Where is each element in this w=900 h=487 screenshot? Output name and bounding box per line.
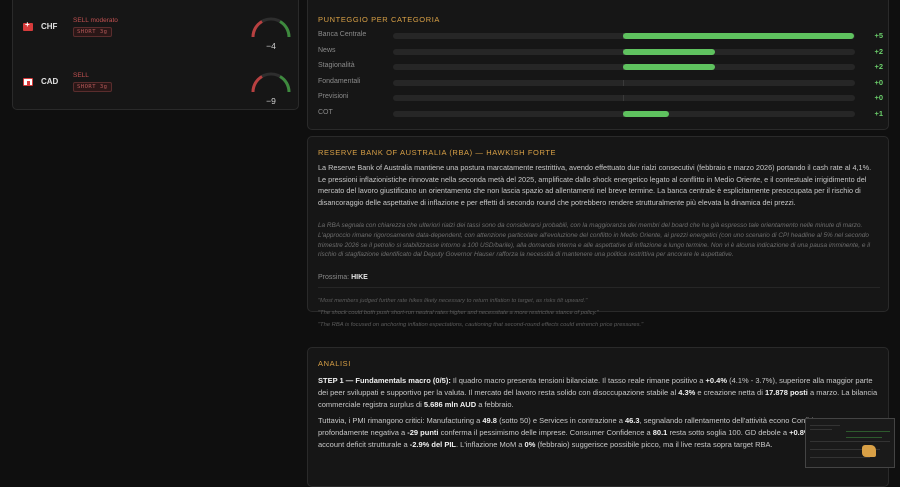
swiss-flag-icon: [23, 20, 33, 31]
score-bar-track: [393, 111, 855, 117]
score-label: News: [318, 46, 336, 54]
score-row: Fondamentali +0: [318, 78, 883, 90]
analysis-text: e creazione netta di: [695, 387, 765, 397]
highlighted-figure: 46.3: [624, 416, 640, 425]
score-label: Stagionalità: [318, 62, 355, 70]
category-score-card: PUNTEGGIO PER CATEGORIA Banca Centrale +5…: [307, 0, 889, 130]
score-bar-track: [393, 79, 855, 86]
analysis-paragraph: Tuttavia, i PMI rimangono critici: Manuf…: [318, 415, 878, 450]
score-value: +2: [874, 46, 883, 56]
currency-code: CHF: [41, 22, 58, 31]
currency-row-chf[interactable]: CHF SELL moderato SHORT 3g −4: [23, 17, 293, 57]
highlighted-figure: -2.9% del PIL: [409, 439, 456, 449]
highlighted-figure: 5.686 mln AUD: [423, 399, 477, 409]
analysis-text: Tuttavia, i PMI rimangono critici: Manuf…: [318, 416, 483, 425]
score-bar-fill: [623, 33, 854, 39]
australia-map-icon: [862, 445, 876, 457]
score-value: +5: [874, 31, 883, 40]
analysis-text: conferma il pessimismo delle imprese. Co…: [438, 427, 653, 437]
analysis-text: debole a: [756, 427, 790, 437]
score-row: Banca Centrale +5: [318, 31, 883, 43]
analysis-text: , segnalando rallentamento dell'attività…: [639, 416, 790, 425]
signal-label: SELL moderato: [73, 17, 118, 24]
section-title: PUNTEGGIO PER CATEGORIA: [318, 15, 441, 24]
score-value: +0: [874, 93, 883, 103]
score-row: News +2: [318, 47, 883, 59]
currency-row-cad[interactable]: CAD SELL SHORT 3g −9: [23, 72, 293, 112]
analysis-text: Il quadro macro presenta tensioni bilanc…: [450, 376, 706, 385]
score-bar-track: [393, 95, 855, 102]
analysis-text: resta sotto soglia 100. GD: [667, 427, 757, 437]
canadian-flag-icon: [23, 78, 33, 86]
signal-label: SELL: [73, 72, 89, 79]
highlighted-figure: 0%: [524, 439, 536, 449]
highlighted-figure: +0.4%: [705, 376, 728, 385]
highlighted-figure: -29 punti: [407, 427, 439, 437]
score-row: COT +1: [318, 109, 883, 121]
analysis-card: ANALISI STEP 1 — Fundamentals macro (0/5…: [307, 347, 889, 487]
next-decision: Prossima: HIKE: [318, 274, 368, 281]
section-title: ANALISI: [318, 359, 351, 368]
score-bar-track: [393, 33, 855, 39]
analysis-text: a febbraio.: [476, 399, 514, 409]
rba-outlook: La RBA segnala con chiarezza che ulterio…: [318, 222, 871, 259]
currency-code: CAD: [41, 77, 59, 86]
position-badge: SHORT 3g: [73, 82, 112, 92]
score-row: Previsioni +0: [318, 93, 883, 105]
score-value: +1: [874, 109, 883, 118]
analysis-text: (febbraio) suggerisce possibile picco, m…: [535, 439, 693, 449]
score-bar-track: [393, 48, 855, 55]
divider: [318, 287, 880, 288]
highlighted-figure: 17.878 posti: [764, 387, 808, 397]
score-bar-track: [393, 64, 855, 71]
next-label: Prossima:: [318, 274, 350, 281]
section-title: RESERVE BANK OF AUSTRALIA (RBA) — HAWKIS…: [318, 148, 557, 157]
analysis-text: resta sopra target RBA.: [692, 439, 773, 449]
score-label: Banca Centrale: [318, 31, 367, 38]
gauge-value: −9: [266, 96, 276, 106]
score-bar-fill: [623, 48, 716, 55]
central-bank-card: RESERVE BANK OF AUSTRALIA (RBA) — HAWKIS…: [307, 136, 889, 328]
quote: "Most members judged further rate hikes …: [318, 298, 588, 304]
score-bar-fill: [623, 64, 716, 71]
gauge-value: −4: [266, 41, 276, 51]
quote: "The shock could both push short-run neu…: [318, 310, 599, 316]
analysis-text: . L'inflazione MoM a: [455, 439, 525, 449]
currency-signals-card: CHF SELL moderato SHORT 3g −4 CAD SELL S…: [12, 0, 299, 110]
score-value: +2: [874, 62, 883, 72]
highlighted-figure: STEP 1 — Fundamentals macro (0/5):: [318, 376, 451, 385]
score-value: +0: [874, 77, 883, 87]
rba-summary: La Reserve Bank of Australia mantiene un…: [318, 163, 872, 207]
position-badge: SHORT 3g: [73, 27, 112, 37]
score-bar-fill: [623, 111, 670, 117]
score-row: Stagionalità +2: [318, 62, 883, 74]
score-label: Previsioni: [318, 93, 349, 101]
analysis-paragraph: STEP 1 — Fundamentals macro (0/5): Il qu…: [318, 375, 878, 410]
score-label: COT: [318, 109, 333, 116]
analysis-text: (sotto 50) e Services in contrazione a: [496, 416, 625, 425]
highlighted-figure: 80.1: [652, 427, 668, 437]
highlighted-figure: 4.3%: [678, 387, 696, 397]
screen-preview-thumbnail[interactable]: [805, 418, 895, 468]
score-label: Fondamentali: [318, 77, 361, 85]
gauge-icon: [251, 72, 291, 93]
next-value: HIKE: [351, 274, 368, 281]
gauge-icon: [251, 17, 291, 38]
highlighted-figure: 49.8: [482, 416, 497, 425]
quote: "The RBA is focused on anchoring inflati…: [318, 322, 644, 328]
